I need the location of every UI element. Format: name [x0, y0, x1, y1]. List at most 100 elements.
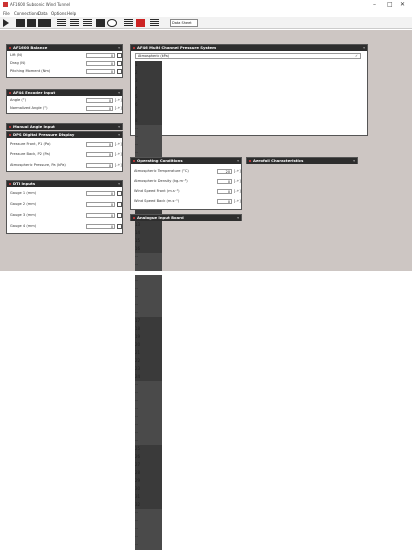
- sheet-icon[interactable]: [150, 19, 159, 27]
- channel-value: --: [135, 125, 163, 133]
- panel-menu-icon[interactable]: ▾: [237, 158, 239, 164]
- lift-checkbox[interactable]: [117, 53, 122, 58]
- angle-stepper[interactable]: [-+]: [115, 98, 122, 102]
- p2-stepper[interactable]: [-+]: [115, 152, 122, 156]
- balance-panel: AF1600 Balance ▾ Lift (N) 0 Drag (N) 0 Pitc…: [6, 44, 123, 78]
- channel-value: --: [135, 141, 163, 149]
- wind-back-stepper[interactable]: [-+]: [234, 199, 241, 203]
- camera-icon[interactable]: [38, 19, 51, 27]
- pa-stepper[interactable]: [-+]: [115, 163, 122, 167]
- data-icon[interactable]: [96, 19, 105, 27]
- p1-label: Pressure Front, P1 (Pa): [10, 142, 51, 146]
- check-icon[interactable]: ✓: [355, 54, 358, 58]
- pitching-checkbox[interactable]: [117, 69, 122, 74]
- norm-angle-row: Normalized Angle (°) 0 [-+]: [7, 105, 122, 112]
- save-icon[interactable]: [16, 19, 25, 27]
- gauge2-value: 0: [86, 202, 115, 207]
- drag-checkbox[interactable]: [117, 61, 122, 66]
- multichannel-header: AF46 Multi Channel Pressure System ▾: [131, 45, 367, 51]
- channel-header: 25: [135, 445, 163, 453]
- channel-header: 1: [135, 61, 163, 69]
- wind-back-value[interactable]: 0: [217, 199, 232, 204]
- gauge4-checkbox[interactable]: [117, 224, 122, 229]
- dti-panel: DTI Inputs ▾ Gauge 1 (mm) 0 Gauge 2 (mm) 0 …: [6, 180, 123, 234]
- log-icon[interactable]: [83, 19, 92, 27]
- encoder-title: AF44 Encoder Input: [13, 90, 56, 95]
- density-stepper[interactable]: [-+]: [234, 179, 241, 183]
- close-icon[interactable]: ✕: [400, 1, 405, 8]
- table-icon[interactable]: [57, 19, 66, 27]
- panel-menu-icon[interactable]: ▾: [118, 132, 120, 138]
- p2-row: Pressure Back, P2 (Pa) 0 [-+]: [7, 151, 122, 158]
- norm-angle-label: Normalized Angle (°): [10, 106, 48, 110]
- panel-menu-icon[interactable]: ▾: [363, 45, 365, 51]
- norm-angle-value[interactable]: 0: [86, 106, 113, 111]
- menu-file[interactable]: File: [3, 11, 10, 16]
- menu-connections[interactable]: Connections: [14, 11, 39, 16]
- menu-options[interactable]: Options: [51, 11, 66, 16]
- channel-value: --: [135, 437, 163, 445]
- panel-menu-icon[interactable]: ▾: [118, 90, 120, 96]
- status-dot-icon: [9, 92, 11, 94]
- pa-row: Atmospheric Pressure, Pa (kPa) 0 [-+]: [7, 162, 122, 169]
- channel-value: --: [135, 149, 163, 157]
- channel-header: 31: [135, 493, 163, 501]
- panel-menu-icon[interactable]: ▾: [118, 45, 120, 51]
- channel-header: 32: [135, 501, 163, 509]
- channel-value: --: [135, 389, 163, 397]
- atmos-label: Atmospheric (kPa): [138, 54, 169, 58]
- temp-value[interactable]: 20: [217, 169, 232, 174]
- window-title: AF1600 Subsonic Wind Tunnel: [10, 2, 71, 7]
- panel-menu-icon[interactable]: ▾: [118, 181, 120, 187]
- clear-icon[interactable]: [136, 19, 145, 27]
- opcond-header: Operating Conditions ▾: [131, 158, 241, 164]
- panel-menu-icon[interactable]: ▾: [237, 215, 239, 221]
- minimize-icon[interactable]: –: [373, 1, 376, 8]
- menu-data[interactable]: Data: [38, 11, 48, 16]
- channel-value: --: [135, 541, 163, 549]
- pitching-label: Pitching Moment (Nm): [10, 69, 51, 73]
- pa-value[interactable]: 0: [86, 163, 113, 168]
- angle-row: Angle (°) 0 [-+]: [7, 97, 122, 104]
- p1-row: Pressure Front, P1 (Pa) 0 [-+]: [7, 141, 122, 148]
- panel-menu-icon[interactable]: ▾: [353, 158, 355, 164]
- channel-header: 15: [135, 237, 163, 245]
- pressure-grid: 12345678----------------910111213141516-…: [135, 61, 361, 550]
- wind-front-stepper[interactable]: [-+]: [234, 189, 241, 193]
- print-icon[interactable]: [27, 19, 36, 27]
- maximize-icon[interactable]: □: [387, 1, 393, 8]
- grid-icon[interactable]: [124, 19, 133, 27]
- panel-menu-icon[interactable]: ▾: [118, 124, 120, 130]
- channel-value: --: [135, 517, 163, 525]
- channel-header: 2: [135, 69, 163, 77]
- run-icon[interactable]: [3, 19, 9, 27]
- p1-value[interactable]: 0: [86, 142, 113, 147]
- dps-title: DPS Digital Pressure Display: [13, 132, 75, 137]
- gauge2-row: Gauge 2 (mm) 0: [7, 201, 122, 208]
- title-bar: AF1600 Subsonic Wind Tunnel – □ ✕: [0, 0, 412, 10]
- gauge-icon[interactable]: [107, 19, 117, 27]
- p1-stepper[interactable]: [-+]: [115, 142, 122, 146]
- menu-help[interactable]: Help: [67, 11, 76, 16]
- gauge2-label: Gauge 2 (mm): [10, 202, 37, 206]
- gauge1-label: Gauge 1 (mm): [10, 191, 37, 195]
- channel-header: 3: [135, 77, 163, 85]
- wind-front-value[interactable]: 0: [217, 189, 232, 194]
- density-value[interactable]: 0: [217, 179, 232, 184]
- lift-label: Lift (N): [10, 53, 23, 57]
- list-icon[interactable]: [70, 19, 79, 27]
- channel-header: 5: [135, 93, 163, 101]
- gauge1-checkbox[interactable]: [117, 191, 122, 196]
- view-dropdown[interactable]: Data Sheet: [170, 19, 198, 27]
- norm-angle-stepper[interactable]: [-+]: [115, 106, 122, 110]
- angle-value[interactable]: 0: [86, 98, 113, 103]
- gauge3-checkbox[interactable]: [117, 213, 122, 218]
- channel-header: 22: [135, 357, 163, 365]
- gauge2-checkbox[interactable]: [117, 202, 122, 207]
- temp-stepper[interactable]: [-+]: [234, 169, 241, 173]
- p2-value[interactable]: 0: [86, 152, 113, 157]
- gauge4-label: Gauge 4 (mm): [10, 224, 37, 228]
- channel-header: 17: [135, 317, 163, 325]
- analogue-header: Analogue Input Board ▾: [131, 215, 241, 221]
- dps-header: DPS Digital Pressure Display ▾: [7, 132, 122, 138]
